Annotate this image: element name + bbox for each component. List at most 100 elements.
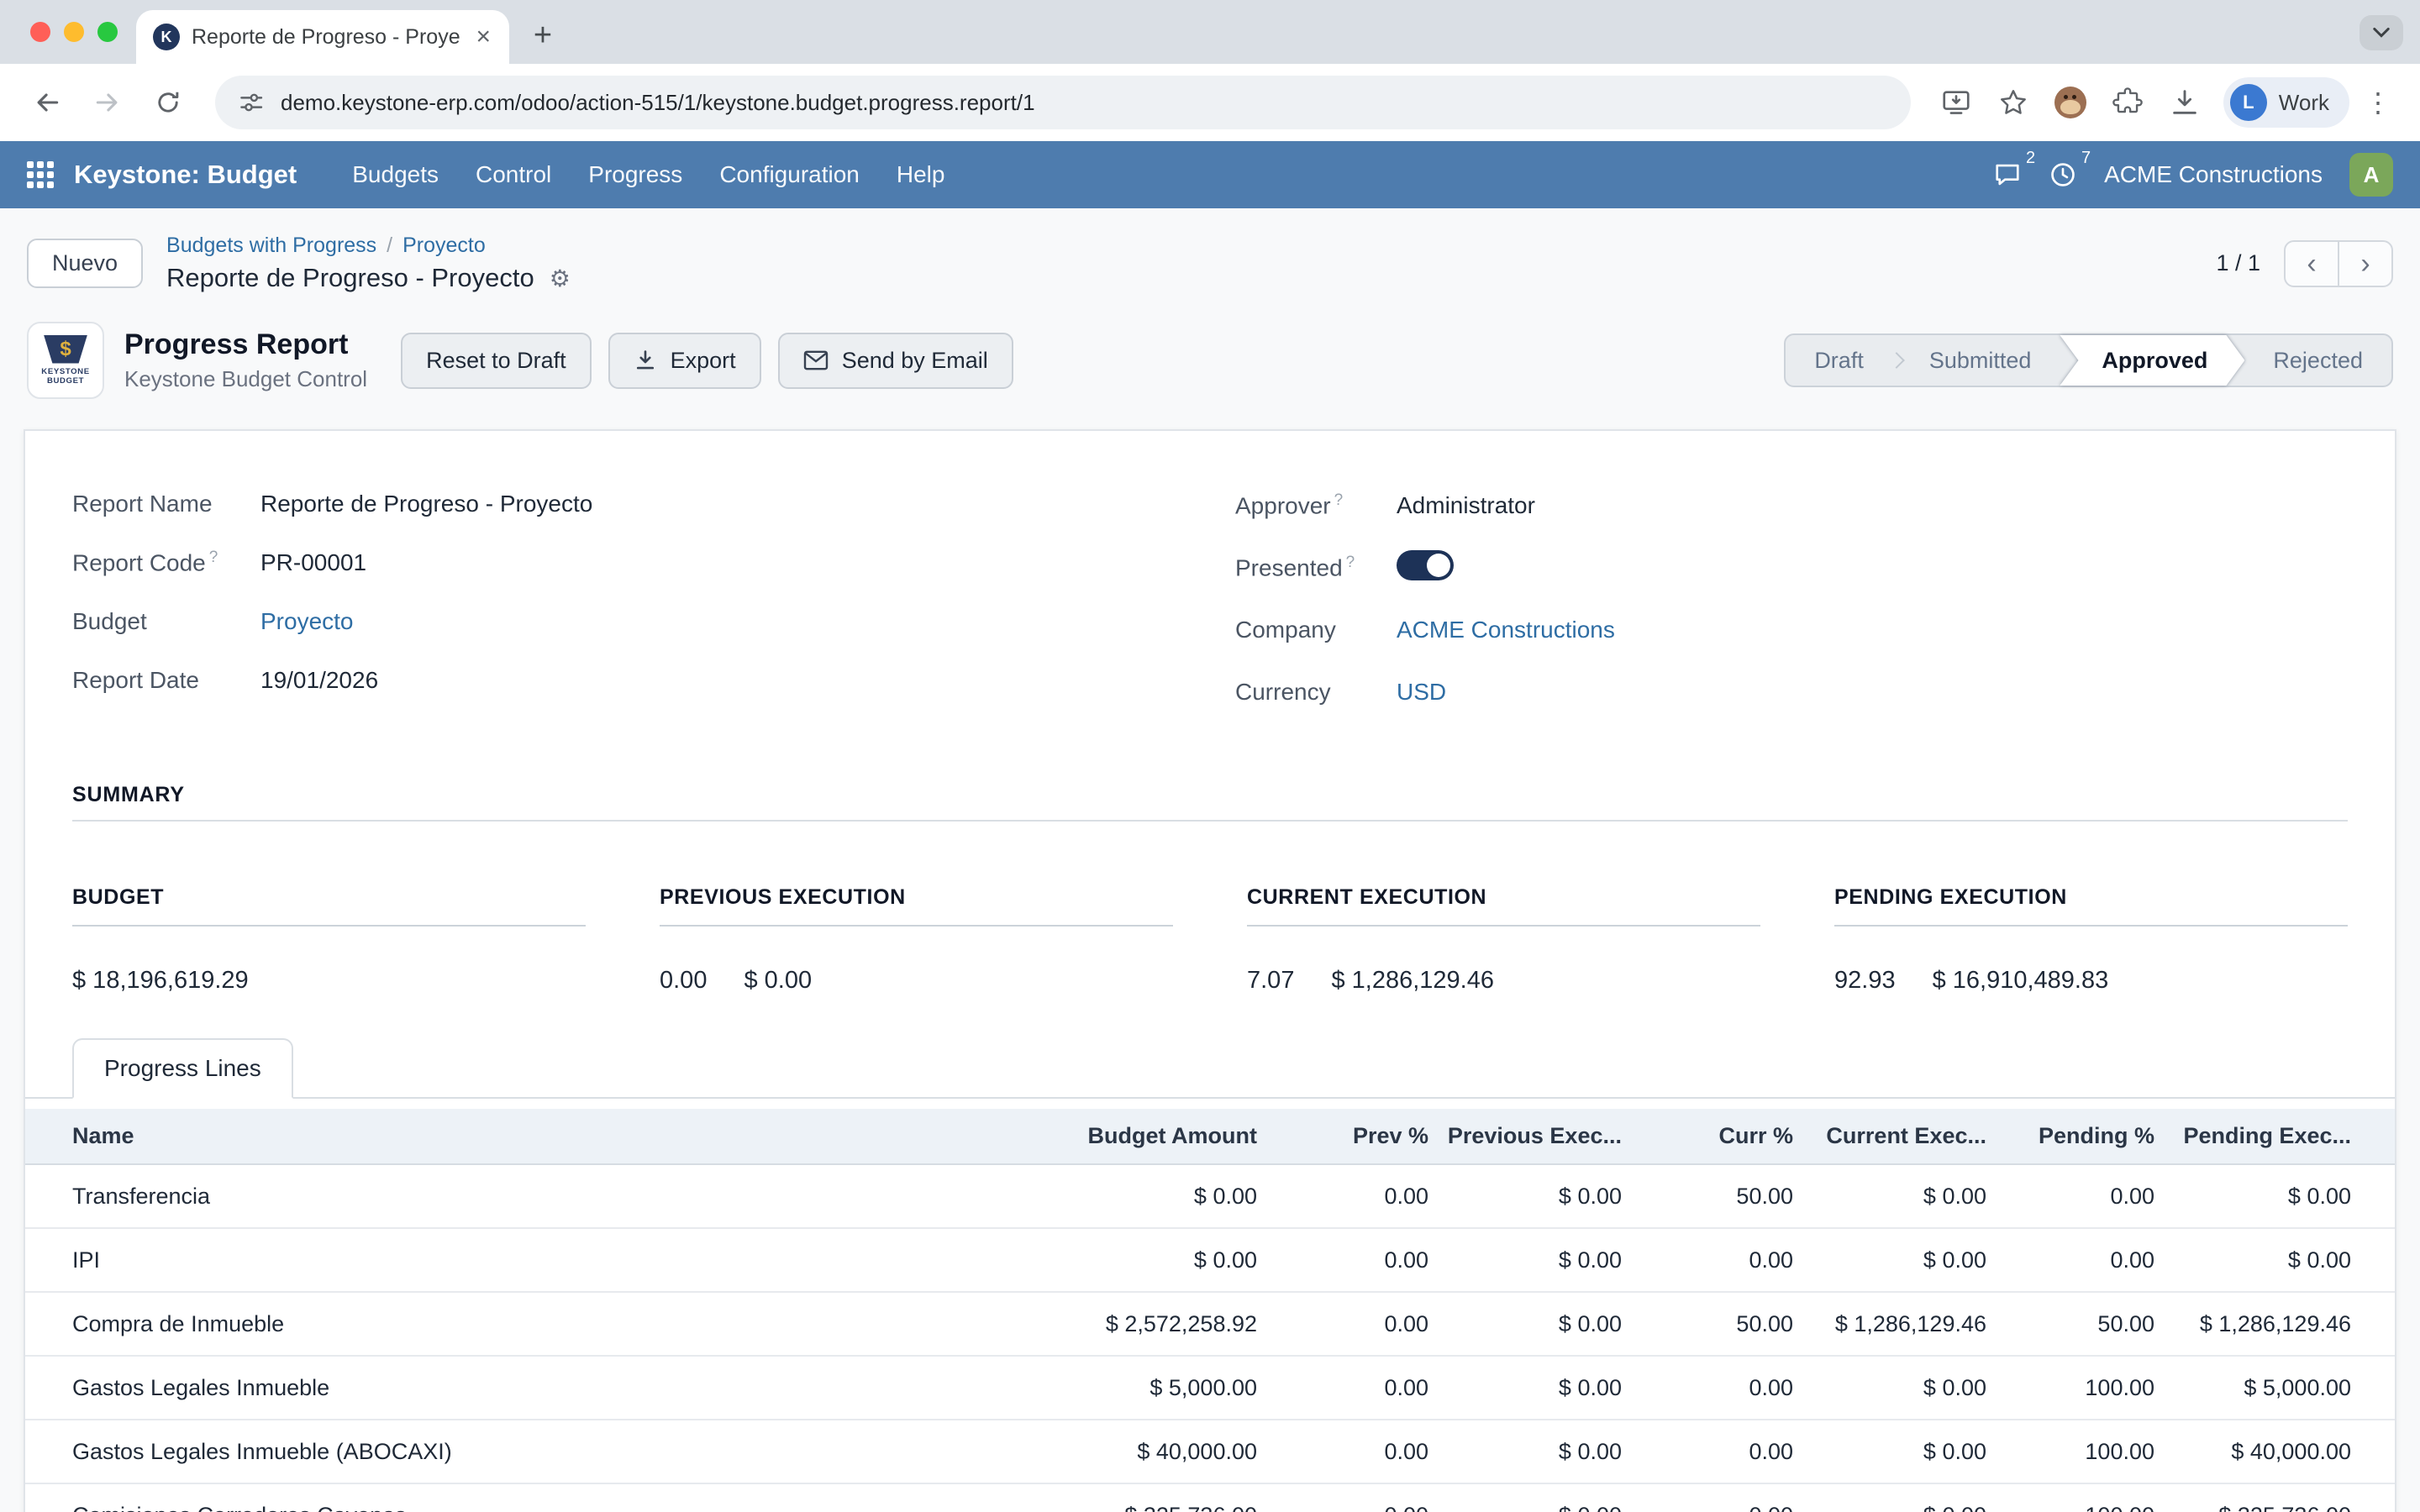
tab-progress-lines[interactable]: Progress Lines — [72, 1038, 293, 1099]
cell-current-exec: $ 0.00 — [1793, 1228, 1986, 1292]
browser-tab[interactable]: K Reporte de Progreso - Proyec × — [136, 10, 509, 64]
browser-menu-button[interactable]: ⋮ — [2356, 87, 2400, 118]
presented-label: Presented? — [1235, 554, 1397, 581]
browser-profile-button[interactable]: L Work — [2223, 77, 2349, 128]
status-rejected[interactable]: Rejected — [2248, 335, 2388, 386]
table-row[interactable]: Gastos Legales Inmueble $ 5,000.00 0.00 … — [25, 1356, 2395, 1420]
reset-to-draft-label: Reset to Draft — [426, 348, 566, 374]
cell-current-exec: $ 0.00 — [1793, 1356, 1986, 1420]
pager-next-button[interactable]: › — [2338, 240, 2393, 287]
report-name-value[interactable]: Reporte de Progreso - Proyecto — [260, 491, 1185, 517]
address-bar[interactable]: demo.keystone-erp.com/odoo/action-515/1/… — [215, 76, 1911, 129]
gear-icon[interactable]: ⚙ — [550, 265, 571, 292]
column-header-curr-percent[interactable]: Curr % — [1622, 1109, 1793, 1164]
messages-count: 2 — [2026, 149, 2035, 168]
status-approved[interactable]: Approved — [2060, 335, 2244, 386]
breadcrumb-link-budgets-with-progress[interactable]: Budgets with Progress — [166, 234, 376, 258]
window-close-button[interactable] — [30, 22, 50, 42]
cell-name: IPI — [25, 1228, 1039, 1292]
column-header-pending-percent[interactable]: Pending % — [1986, 1109, 2154, 1164]
menu-configuration[interactable]: Configuration — [701, 161, 878, 188]
pager-previous-button[interactable]: ‹ — [2284, 240, 2339, 287]
user-avatar[interactable]: A — [2349, 153, 2393, 197]
window-minimize-button[interactable] — [64, 22, 84, 42]
field-column-left: Report Name Reporte de Progreso - Proyec… — [72, 475, 1185, 723]
cell-budget-amount: $ 325,736.00 — [1039, 1483, 1257, 1512]
download-icon — [2169, 87, 2201, 118]
column-header-pending-exec[interactable]: Pending Exec... — [2154, 1109, 2395, 1164]
forward-button[interactable] — [81, 76, 134, 129]
window-zoom-button[interactable] — [97, 22, 118, 42]
extensions-button[interactable] — [2102, 77, 2153, 128]
table-row[interactable]: Compra de Inmueble $ 2,572,258.92 0.00 $… — [25, 1292, 2395, 1356]
cell-budget-amount: $ 40,000.00 — [1039, 1420, 1257, 1483]
summary-cards: BUDGET $ 18,196,619.29 PREVIOUS EXECUTIO… — [25, 885, 2395, 995]
back-arrow-icon — [32, 87, 62, 118]
summary-card-label: CURRENT EXECUTION — [1247, 885, 1760, 927]
systray: 2 7 ACME Constructions A — [1993, 153, 2393, 197]
breadcrumb-current: Reporte de Progreso - Proyecto ⚙ — [166, 263, 571, 293]
help-icon[interactable]: ? — [1346, 554, 1355, 571]
cell-current-exec: $ 0.00 — [1793, 1420, 1986, 1483]
column-header-name[interactable]: Name — [25, 1109, 1039, 1164]
reload-button[interactable] — [141, 76, 195, 129]
breadcrumb-link-proyecto[interactable]: Proyecto — [402, 234, 486, 258]
presented-toggle[interactable] — [1397, 550, 1454, 580]
report-code-value[interactable]: PR-00001 — [260, 549, 1185, 576]
page-title: Progress Report — [124, 328, 367, 361]
cell-curr-percent: 0.00 — [1622, 1483, 1793, 1512]
send-by-email-button[interactable]: Send by Email — [778, 333, 1013, 389]
status-submitted[interactable]: Submitted — [1904, 335, 2057, 386]
currency-value-link[interactable]: USD — [1397, 679, 2348, 706]
summary-percent: 0.00 — [660, 967, 707, 995]
status-draft[interactable]: Draft — [1789, 335, 1889, 386]
menu-control[interactable]: Control — [457, 161, 570, 188]
report-date-value[interactable]: 19/01/2026 — [260, 667, 1185, 694]
cell-curr-percent: 50.00 — [1622, 1164, 1793, 1228]
table-row[interactable]: Gastos Legales Inmueble (ABOCAXI) $ 40,0… — [25, 1420, 2395, 1483]
column-header-budget-amount[interactable]: Budget Amount — [1039, 1109, 1257, 1164]
pager-buttons: ‹ › — [2284, 240, 2393, 287]
new-button[interactable]: Nuevo — [27, 239, 143, 288]
install-app-button[interactable] — [1931, 77, 1981, 128]
menu-budgets[interactable]: Budgets — [334, 161, 457, 188]
downloads-button[interactable] — [2160, 77, 2210, 128]
help-icon[interactable]: ? — [1334, 491, 1344, 509]
tab-close-icon[interactable]: × — [472, 24, 494, 50]
field-currency: Currency USD — [1235, 661, 2348, 723]
messages-button[interactable]: 2 — [1993, 160, 2022, 189]
table-row[interactable]: IPI $ 0.00 0.00 $ 0.00 0.00 $ 0.00 0.00 … — [25, 1228, 2395, 1292]
tab-search-button[interactable] — [2360, 15, 2403, 50]
report-date-label: Report Date — [72, 667, 260, 694]
menu-progress[interactable]: Progress — [570, 161, 701, 188]
new-tab-button[interactable]: + — [519, 12, 566, 59]
app-name[interactable]: Keystone: Budget — [74, 160, 297, 190]
apps-menu-icon[interactable] — [27, 161, 54, 188]
activities-button[interactable]: 7 — [2049, 160, 2077, 189]
cell-name: Gastos Legales Inmueble — [25, 1356, 1039, 1420]
window-controls — [30, 22, 118, 42]
summary-card-values: $ 18,196,619.29 — [72, 967, 586, 995]
help-icon[interactable]: ? — [209, 549, 218, 566]
reset-to-draft-button[interactable]: Reset to Draft — [401, 333, 592, 389]
site-settings-icon[interactable] — [239, 90, 264, 115]
summary-section: SUMMARY — [25, 777, 2395, 808]
cell-pending-exec: $ 325,736.00 — [2154, 1483, 2395, 1512]
company-value-link[interactable]: ACME Constructions — [1397, 617, 2348, 643]
screen: K Reporte de Progreso - Proyec × + demo.… — [0, 0, 2420, 1512]
column-header-prev-percent[interactable]: Prev % — [1257, 1109, 1428, 1164]
summary-percent: 92.93 — [1834, 967, 1896, 995]
approver-value[interactable]: Administrator — [1397, 492, 2348, 519]
column-header-previous-exec[interactable]: Previous Exec... — [1428, 1109, 1622, 1164]
export-button[interactable]: Export — [608, 333, 761, 389]
table-row[interactable]: Comisiones Corredores Cavenas $ 325,736.… — [25, 1483, 2395, 1512]
table-row[interactable]: Transferencia $ 0.00 0.00 $ 0.00 50.00 $… — [25, 1164, 2395, 1228]
budget-value-link[interactable]: Proyecto — [260, 608, 1185, 635]
back-button[interactable] — [20, 76, 74, 129]
extension-monkey-button[interactable] — [2045, 77, 2096, 128]
menu-help[interactable]: Help — [878, 161, 964, 188]
column-header-current-exec[interactable]: Current Exec... — [1793, 1109, 1986, 1164]
bookmark-button[interactable] — [1988, 77, 2039, 128]
company-switcher[interactable]: ACME Constructions — [2104, 161, 2323, 188]
summary-card-values: 92.93 $ 16,910,489.83 — [1834, 967, 2348, 995]
